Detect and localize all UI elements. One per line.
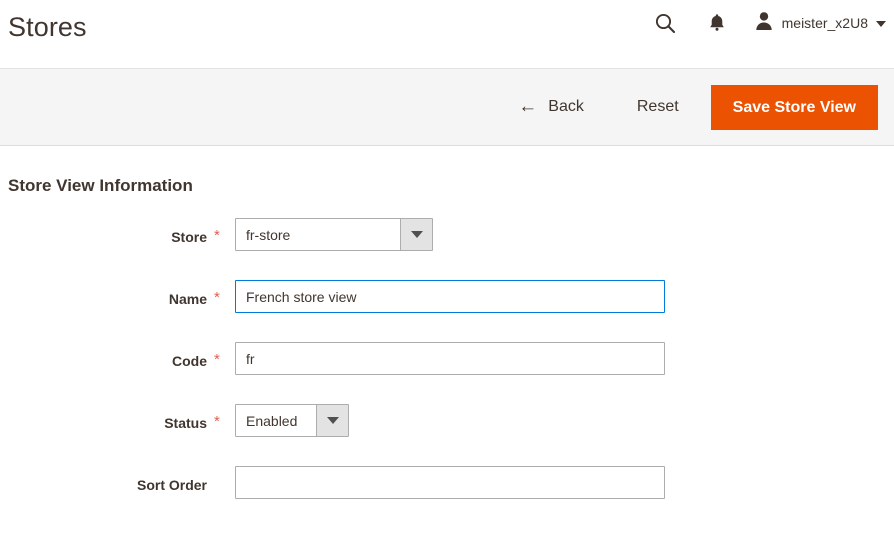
reset-button[interactable]: Reset: [633, 92, 683, 122]
header-actions: meister_x2U8: [647, 8, 886, 38]
chevron-down-icon: [876, 21, 886, 27]
field-row-name: Name *: [0, 280, 894, 342]
status-select[interactable]: Enabled: [235, 404, 349, 437]
toolbar-buttons: ← Back Reset Save Store View: [514, 69, 878, 145]
reset-button-label: Reset: [636, 98, 679, 115]
user-menu[interactable]: meister_x2U8: [755, 11, 886, 36]
required-marker-store: *: [214, 227, 220, 244]
admin-page: Stores meister_x2U8 ← Back Reset Save St…: [0, 0, 894, 540]
field-control-store: fr-store: [235, 218, 433, 251]
status-select-value: Enabled: [246, 412, 298, 429]
field-label-store: Store: [171, 229, 207, 245]
page-header: Stores meister_x2U8: [0, 0, 894, 68]
field-label-code: Code: [172, 353, 207, 369]
field-control-sort-order: [235, 466, 665, 499]
store-select[interactable]: fr-store: [235, 218, 433, 251]
field-control-name: [235, 280, 665, 313]
save-store-view-button[interactable]: Save Store View: [710, 84, 878, 130]
required-marker-name: *: [214, 289, 220, 306]
back-button[interactable]: ← Back: [514, 92, 588, 122]
store-select-value: fr-store: [246, 226, 291, 243]
section-title: Store View Information: [8, 176, 193, 195]
field-label-sort-order: Sort Order: [136, 477, 207, 493]
field-row-code: Code *: [0, 342, 894, 404]
field-row-status: Status * Enabled: [0, 404, 894, 466]
name-input[interactable]: [235, 280, 665, 313]
bell-icon[interactable]: [699, 8, 735, 38]
chevron-down-icon: [400, 219, 432, 250]
arrow-left-icon: ←: [518, 96, 538, 117]
required-marker-status: *: [214, 413, 220, 430]
back-button-label: Back: [548, 98, 584, 115]
field-control-status: Enabled: [235, 404, 349, 437]
page-actions-toolbar: ← Back Reset Save Store View: [0, 68, 894, 146]
required-marker-code: *: [214, 351, 220, 368]
sort-order-input[interactable]: [235, 466, 665, 499]
field-label-status: Status: [164, 415, 207, 431]
field-row-store: Store * fr-store: [0, 218, 894, 280]
user-avatar-icon: [755, 11, 773, 36]
field-label-name: Name: [168, 291, 207, 307]
chevron-down-icon: [316, 405, 348, 436]
store-view-form: Store * fr-store Name * Code: [0, 218, 894, 528]
field-row-sort-order: Sort Order: [0, 466, 894, 528]
user-name-label: meister_x2U8: [781, 15, 868, 31]
page-title: Stores: [8, 12, 87, 42]
search-icon[interactable]: [647, 8, 683, 38]
field-control-code: [235, 342, 665, 375]
code-input[interactable]: [235, 342, 665, 375]
